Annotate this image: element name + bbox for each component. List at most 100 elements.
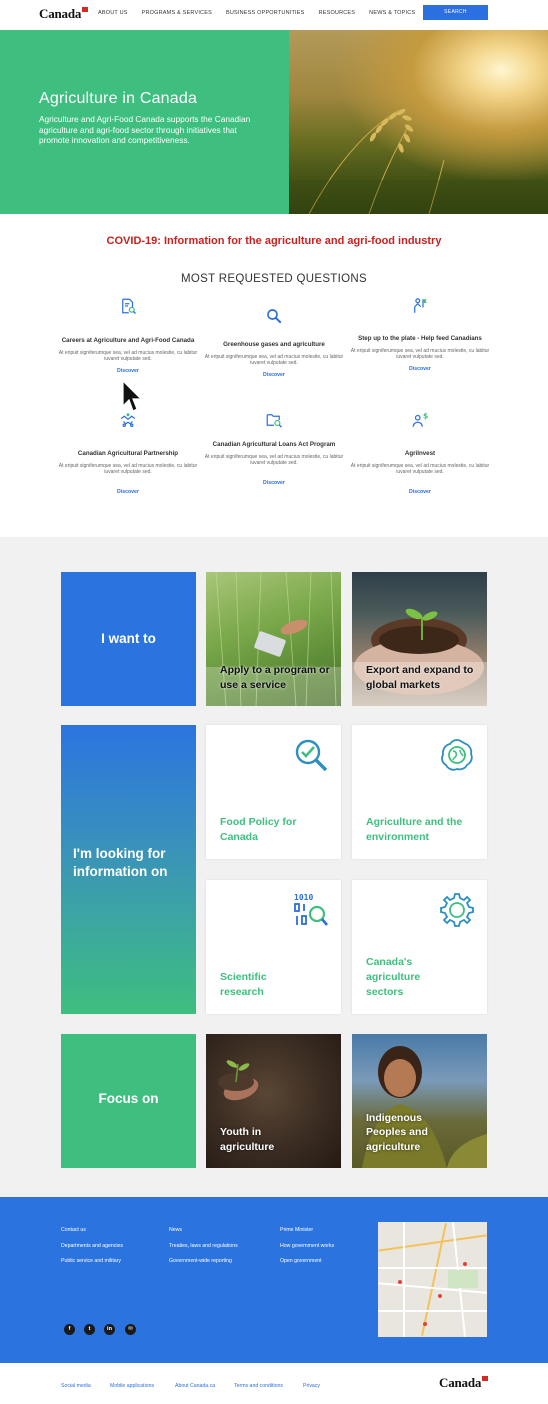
bottom-link[interactable]: Privacy — [303, 1383, 320, 1389]
tile-caption: Scientific research — [220, 971, 267, 998]
question-title: AgriInvest — [404, 450, 436, 457]
question-card-step-up[interactable]: Step up to the plate - Help feed Canadia… — [350, 297, 490, 372]
tile-heading: I'm looking for information on — [73, 846, 168, 879]
question-card-agriinvest[interactable]: $ AgriInvest At eripuit signiferumque se… — [350, 411, 490, 495]
footer-link[interactable]: Prime Minister — [280, 1227, 313, 1233]
bottom-link[interactable]: About Canada.ca — [175, 1383, 215, 1389]
binary-search-icon: 1010 — [294, 893, 328, 926]
tile-caption: Youth in agriculture — [220, 1126, 275, 1153]
nav-news-topics[interactable]: NEWS & TOPICS — [369, 10, 415, 16]
hero-wheat-image — [289, 30, 548, 214]
map-pin-icon — [398, 1280, 402, 1284]
bottom-link[interactable]: Terms and conditions — [234, 1383, 283, 1389]
question-text: At eripuit signiferumque sea, vel ad muc… — [350, 462, 490, 476]
globe-leaf-icon — [441, 739, 473, 771]
looking-for-tile: I'm looking for information on — [61, 725, 196, 1014]
email-icon[interactable]: ✉ — [125, 1324, 136, 1335]
discover-link[interactable]: Discover — [58, 489, 198, 495]
hero-description: Agriculture and Agri-Food Canada support… — [39, 114, 251, 145]
agriculture-sectors-tile[interactable]: Canada's agriculture sectors — [352, 880, 487, 1014]
canada-footer-logo[interactable]: Canada — [439, 1375, 489, 1391]
footer-bottom-bar: Social media Mobile applications About C… — [0, 1363, 548, 1404]
question-title: Step up to the plate - Help feed Canadia… — [358, 335, 482, 342]
site-footer: Contact us Departments and agencies Publ… — [0, 1197, 548, 1363]
question-text: At eripuit signiferumque sea, vel ad muc… — [204, 453, 344, 467]
bottom-link[interactable]: Mobile applications — [110, 1383, 154, 1389]
wheat-field-image — [289, 108, 548, 214]
main-nav: ABOUT US PROGRAMS & SERVICES BUSINESS OP… — [98, 10, 415, 16]
flag-icon — [482, 1376, 489, 1381]
question-text: At eripuit signiferumque sea, vel ad muc… — [204, 353, 344, 367]
twitter-icon[interactable]: t — [84, 1324, 95, 1335]
question-card-careers[interactable]: Careers at Agriculture and Agri-Food Can… — [58, 297, 198, 374]
footer-link[interactable]: Open government — [280, 1258, 322, 1264]
svg-text:$: $ — [423, 412, 428, 421]
tile-caption: Apply to a program or use a service — [220, 664, 330, 691]
linkedin-icon[interactable]: in — [104, 1324, 115, 1335]
apply-program-tile[interactable]: Apply to a program or use a service — [206, 572, 341, 706]
document-search-icon — [122, 298, 136, 314]
covid-banner-link[interactable]: COVID-19: Information for the agricultur… — [0, 235, 548, 247]
discover-link[interactable]: Discover — [58, 368, 198, 374]
scientific-research-tile[interactable]: 1010 Scientific research — [206, 880, 341, 1014]
question-card-partnership[interactable]: Canadian Agricultural Partnership At eri… — [58, 411, 198, 495]
youth-agriculture-tile[interactable]: Youth in agriculture — [206, 1034, 341, 1168]
bottom-link[interactable]: Social media — [61, 1383, 91, 1389]
indigenous-peoples-tile[interactable]: Indigenous Peoples and agriculture — [352, 1034, 487, 1168]
tile-caption: Food Policy for Canada — [220, 816, 297, 843]
environment-tile[interactable]: Agriculture and the environment — [352, 725, 487, 859]
question-card-loans-act[interactable]: Canadian Agricultural Loans Act Program … — [204, 411, 344, 486]
person-flag-icon — [414, 298, 427, 313]
map-park — [448, 1270, 478, 1288]
tile-caption: Export and expand to global markets — [366, 664, 474, 691]
question-title: Canadian Agricultural Partnership — [77, 450, 179, 457]
map-road — [378, 1310, 487, 1312]
nav-resources[interactable]: RESOURCES — [319, 10, 356, 16]
discover-link[interactable]: Discover — [350, 489, 490, 495]
check-magnifier-icon — [295, 739, 328, 772]
logo-text: Canada — [439, 1375, 482, 1390]
location-map[interactable] — [378, 1222, 487, 1337]
map-pin-icon — [463, 1262, 467, 1266]
canada-logo[interactable]: Canada — [39, 6, 89, 22]
map-road — [378, 1267, 487, 1269]
footer-link[interactable]: Public service and military — [61, 1258, 121, 1264]
question-card-greenhouse[interactable]: Greenhouse gases and agriculture At erip… — [204, 307, 344, 378]
hero-banner: Agriculture in Canada Agriculture and Ag… — [0, 30, 548, 214]
tile-section: I want to Apply to a program or use a se… — [0, 537, 548, 1197]
facebook-icon[interactable]: f — [64, 1324, 75, 1335]
export-markets-tile[interactable]: Export and expand to global markets — [352, 572, 487, 706]
i-want-to-tile: I want to — [61, 572, 196, 706]
map-road — [403, 1222, 405, 1337]
discover-link[interactable]: Discover — [350, 366, 490, 372]
footer-link[interactable]: News — [169, 1227, 182, 1233]
footer-link[interactable]: Government-wide reporting — [169, 1258, 232, 1264]
folder-search-icon — [266, 414, 282, 428]
nav-programs-services[interactable]: PROGRAMS & SERVICES — [142, 10, 212, 16]
discover-link[interactable]: Discover — [204, 372, 344, 378]
tile-heading: I want to — [101, 631, 156, 646]
discover-link[interactable]: Discover — [204, 480, 344, 486]
map-pin-icon — [438, 1294, 442, 1298]
search-icon — [267, 309, 282, 324]
nav-about-us[interactable]: ABOUT US — [98, 10, 128, 16]
tile-caption: Canada's agriculture sectors — [366, 956, 421, 998]
map-pin-icon — [423, 1322, 427, 1326]
site-header: Canada ABOUT US PROGRAMS & SERVICES BUSI… — [0, 0, 548, 30]
question-text: At eripuit signiferumque sea, vel ad muc… — [58, 462, 198, 476]
nav-business-opportunities[interactable]: BUSINESS OPPORTUNITIES — [226, 10, 305, 16]
question-title: Careers at Agriculture and Agri-Food Can… — [61, 337, 195, 344]
footer-link[interactable]: Contact us — [61, 1227, 86, 1233]
tile-heading: Focus on — [98, 1091, 159, 1106]
footer-link[interactable]: Departments and agencies — [61, 1243, 123, 1249]
map-road — [378, 1234, 487, 1252]
footer-link[interactable]: How government works — [280, 1243, 334, 1249]
person-dollar-icon: $ — [412, 412, 428, 427]
question-text: At eripuit signiferumque sea, vel ad muc… — [350, 347, 490, 361]
footer-link[interactable]: Treaties, laws and regulations — [169, 1243, 238, 1249]
question-text: At eripuit signiferumque sea, vel ad muc… — [58, 349, 198, 363]
food-policy-tile[interactable]: Food Policy for Canada — [206, 725, 341, 859]
focus-on-tile: Focus on — [61, 1034, 196, 1168]
logo-text: Canada — [39, 6, 82, 21]
search-button[interactable]: SEARCH — [423, 5, 488, 20]
